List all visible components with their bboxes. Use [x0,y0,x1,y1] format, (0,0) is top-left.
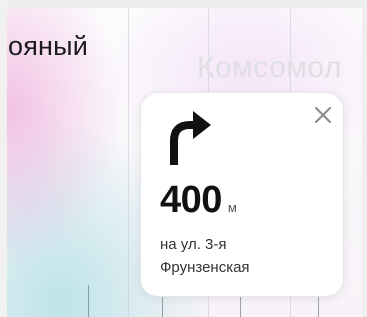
turn-right-arrow-icon [170,111,211,165]
top-frame-edge [0,0,367,8]
distance-value: 400 [160,179,222,221]
map-grid-line [88,285,89,317]
close-icon[interactable] [313,105,333,125]
next-street-prefix: на ул. 3-я [160,236,227,253]
map-street-label-faded: Комсомол [197,51,342,84]
distance-readout: 400 м [160,179,237,222]
next-street-name: Фрунзенская [160,259,250,276]
right-frame-edge [362,0,367,317]
maneuver-card[interactable]: 400 м на ул. 3-я Фрунзенская [140,92,344,297]
map-street-label: ояный [8,31,89,61]
left-frame-edge [0,0,7,317]
map-road-line [128,8,129,317]
distance-unit: м [227,200,237,215]
map-view[interactable]: ояный Комсомол 400 м на ул. 3-я Фрунзенск… [0,0,367,317]
